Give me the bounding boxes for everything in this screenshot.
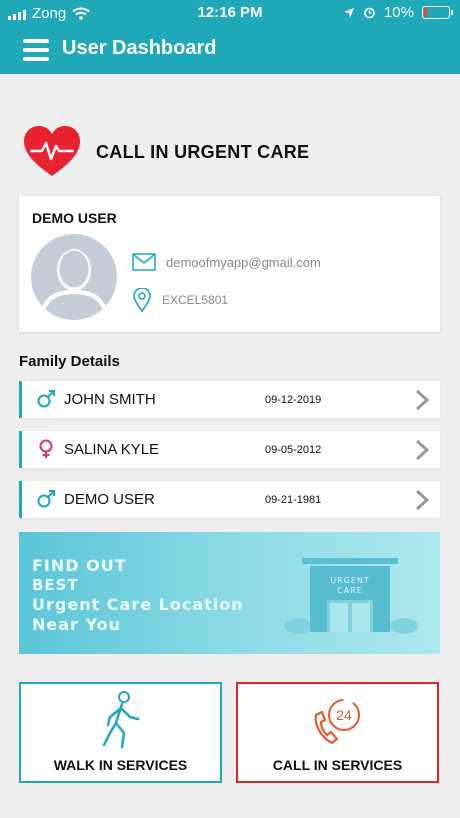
top-bar: Zong 12:16 PM 10% User Dashboard xyxy=(0,0,460,74)
chevron-right-icon xyxy=(415,389,430,411)
male-icon xyxy=(37,390,55,408)
location-text: EXCEL5801 xyxy=(162,293,229,307)
banner-line-3: Urgent Care Location xyxy=(32,595,244,614)
female-icon xyxy=(39,439,53,458)
urgent-care-heading[interactable]: CALL IN URGENT CARE xyxy=(22,124,442,180)
male-icon xyxy=(37,490,55,508)
family-row-salina-kyle[interactable]: SALINA KYLE 09-05-2012 xyxy=(19,431,440,468)
status-bar: Zong 12:16 PM 10% xyxy=(0,0,460,26)
alarm-icon xyxy=(364,7,375,19)
user-card: DEMO USER demoofmyapp@gmail.com EXCEL580… xyxy=(19,196,440,332)
family-member-name: JOHN SMITH xyxy=(64,391,156,408)
walk-in-services-button[interactable]: WALK IN SERVICES xyxy=(19,682,222,783)
email-row: demoofmyapp@gmail.com xyxy=(132,253,321,271)
location-arrow-icon xyxy=(343,7,354,18)
family-member-date: 09-12-2019 xyxy=(265,394,322,406)
urgent-care-title: CALL IN URGENT CARE xyxy=(96,142,310,162)
banner-line-4: Near You xyxy=(32,615,121,634)
location-row: EXCEL5801 xyxy=(132,288,228,312)
banner-line-1: FIND OUT xyxy=(32,556,127,575)
svg-text:URGENT: URGENT xyxy=(330,576,370,585)
svg-text:24: 24 xyxy=(336,707,352,723)
banner-line-2: BEST xyxy=(32,576,79,594)
family-row-demo-user[interactable]: DEMO USER 09-21-1981 xyxy=(19,481,440,518)
family-member-name: SALINA KYLE xyxy=(64,441,160,458)
call-in-services-button[interactable]: 24 CALL IN SERVICES xyxy=(236,682,439,783)
find-urgent-care-banner[interactable]: FIND OUT BEST Urgent Care Location Near … xyxy=(19,532,440,654)
page-title: User Dashboard xyxy=(62,37,217,59)
family-member-name: DEMO USER xyxy=(64,491,155,508)
email-text: demoofmyapp@gmail.com xyxy=(166,254,321,270)
envelope-icon xyxy=(132,253,156,271)
menu-icon[interactable] xyxy=(23,39,49,61)
family-member-date: 09-21-1981 xyxy=(265,494,322,506)
app-header: User Dashboard xyxy=(0,26,460,74)
family-row-john-smith[interactable]: JOHN SMITH 09-12-2019 xyxy=(19,381,440,418)
svg-text:CARE: CARE xyxy=(337,586,363,595)
call-in-label: CALL IN SERVICES xyxy=(272,757,403,773)
chevron-right-icon xyxy=(415,489,430,511)
battery-percent: 10% xyxy=(383,4,414,21)
walking-person-icon xyxy=(102,691,139,749)
family-member-date: 09-05-2012 xyxy=(265,444,322,456)
chevron-right-icon xyxy=(415,439,430,461)
phone-24-icon: 24 xyxy=(314,699,360,745)
battery-icon xyxy=(422,6,453,19)
user-name: DEMO USER xyxy=(32,210,117,226)
urgent-care-building-icon: URGENT CARE xyxy=(284,558,418,634)
heart-pulse-icon xyxy=(24,126,80,176)
family-details-title: Family Details xyxy=(19,353,120,370)
map-pin-icon xyxy=(133,288,151,312)
avatar xyxy=(31,234,117,320)
walk-in-label: WALK IN SERVICES xyxy=(53,757,188,773)
